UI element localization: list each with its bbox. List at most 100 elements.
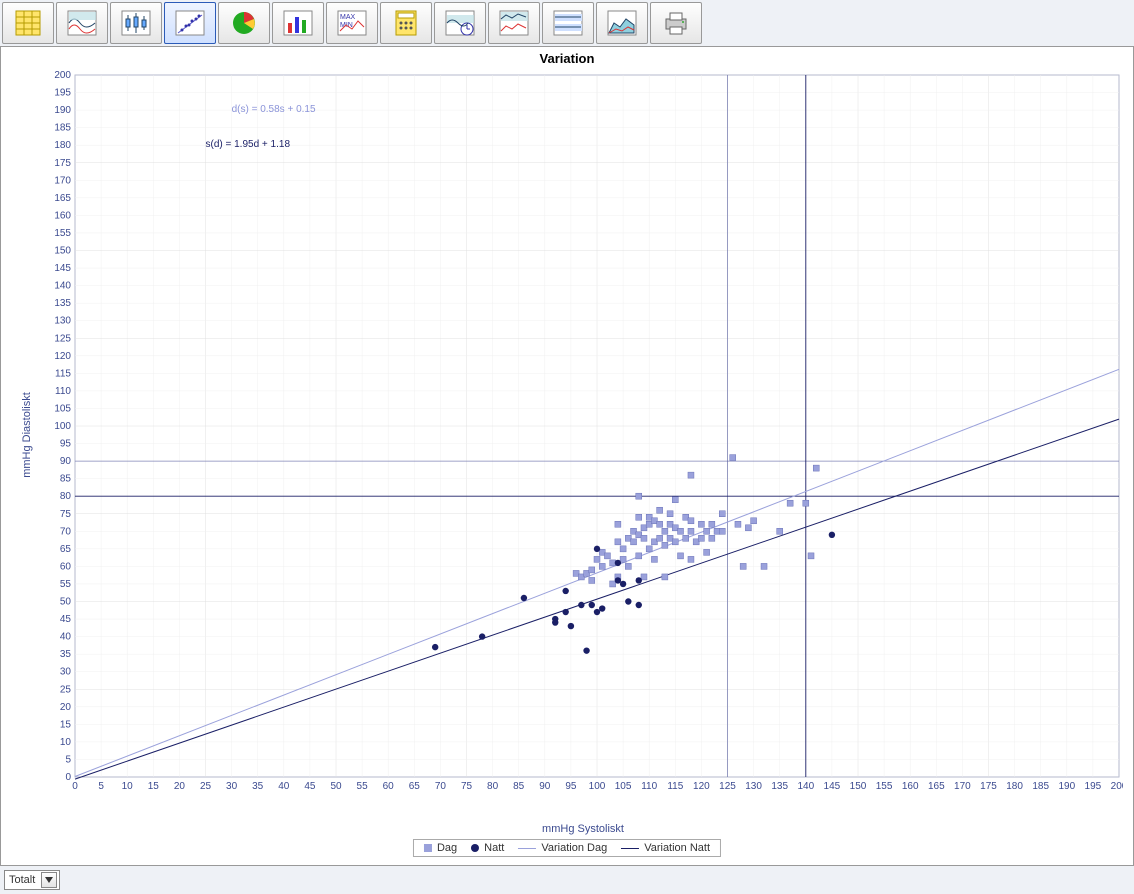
toolbar-pie[interactable] xyxy=(218,2,270,44)
svg-text:65: 65 xyxy=(409,781,421,792)
toolbar-area[interactable] xyxy=(596,2,648,44)
svg-text:150: 150 xyxy=(850,781,867,792)
svg-text:55: 55 xyxy=(60,579,72,590)
svg-text:55: 55 xyxy=(357,781,369,792)
svg-text:60: 60 xyxy=(383,781,395,792)
svg-text:185: 185 xyxy=(54,123,71,134)
svg-text:165: 165 xyxy=(928,781,945,792)
spreadsheet-icon xyxy=(12,9,44,37)
svg-text:200: 200 xyxy=(1111,781,1123,792)
box-plot-icon xyxy=(120,9,152,37)
area-icon xyxy=(606,9,638,37)
svg-text:150: 150 xyxy=(54,246,71,257)
regression-formula-natt: s(d) = 1.95d + 1.18 xyxy=(206,139,291,150)
svg-text:80: 80 xyxy=(60,491,72,502)
svg-text:95: 95 xyxy=(565,781,577,792)
legend-item-variation-dag: Variation Dag xyxy=(518,842,607,854)
toolbar-multi-line[interactable] xyxy=(488,2,540,44)
chevron-down-icon xyxy=(41,872,57,888)
toolbar-printer[interactable] xyxy=(650,2,702,44)
svg-text:130: 130 xyxy=(54,316,71,327)
svg-text:195: 195 xyxy=(1085,781,1102,792)
legend: Dag Natt Variation Dag Variation Natt xyxy=(413,839,721,857)
svg-text:35: 35 xyxy=(60,649,72,660)
svg-text:115: 115 xyxy=(667,781,683,792)
clock-icon xyxy=(444,9,476,37)
svg-text:145: 145 xyxy=(54,263,71,274)
multi-line-icon xyxy=(498,9,530,37)
legend-label: Variation Dag xyxy=(541,842,607,854)
svg-text:170: 170 xyxy=(54,175,71,186)
svg-text:90: 90 xyxy=(539,781,551,792)
toolbar-spreadsheet[interactable] xyxy=(2,2,54,44)
toolbar: MAXMIN xyxy=(0,0,1134,46)
chart-panel: Variation mmHg Diastoliskt mmHg Systolis… xyxy=(0,46,1134,866)
svg-text:80: 80 xyxy=(487,781,499,792)
y-axis-label: mmHg Diastoliskt xyxy=(21,392,33,478)
svg-text:30: 30 xyxy=(226,781,238,792)
svg-text:190: 190 xyxy=(1058,781,1075,792)
bands-icon xyxy=(552,9,584,37)
svg-text:160: 160 xyxy=(54,210,71,221)
svg-text:65: 65 xyxy=(60,544,72,555)
svg-text:20: 20 xyxy=(60,702,72,713)
svg-text:165: 165 xyxy=(54,193,71,204)
toolbar-bars[interactable] xyxy=(272,2,324,44)
toolbar-waves[interactable] xyxy=(56,2,108,44)
chart-title: Variation xyxy=(1,47,1133,66)
svg-text:120: 120 xyxy=(693,781,710,792)
toolbar-calculator[interactable] xyxy=(380,2,432,44)
svg-text:MAX: MAX xyxy=(340,14,356,21)
svg-text:95: 95 xyxy=(60,439,72,450)
scatter-plot: mmHg Diastoliskt mmHg Systoliskt d(s) = … xyxy=(43,71,1123,799)
svg-text:0: 0 xyxy=(72,781,78,792)
svg-text:180: 180 xyxy=(54,140,71,151)
svg-text:180: 180 xyxy=(1006,781,1023,792)
pie-icon xyxy=(228,9,260,37)
svg-text:45: 45 xyxy=(304,781,316,792)
toolbar-box-plot[interactable] xyxy=(110,2,162,44)
toolbar-clock[interactable] xyxy=(434,2,486,44)
legend-label: Natt xyxy=(484,842,504,854)
svg-text:40: 40 xyxy=(60,632,72,643)
svg-text:0: 0 xyxy=(65,772,71,783)
svg-text:105: 105 xyxy=(54,403,71,414)
svg-text:135: 135 xyxy=(54,298,71,309)
svg-text:155: 155 xyxy=(54,228,71,239)
svg-text:90: 90 xyxy=(60,456,72,467)
svg-text:185: 185 xyxy=(1032,781,1049,792)
svg-text:105: 105 xyxy=(615,781,632,792)
toolbar-scatter[interactable] xyxy=(164,2,216,44)
legend-label: Variation Natt xyxy=(644,842,710,854)
calculator-icon xyxy=(390,9,422,37)
svg-text:190: 190 xyxy=(54,105,71,116)
svg-text:30: 30 xyxy=(60,667,72,678)
svg-text:140: 140 xyxy=(54,281,71,292)
svg-text:145: 145 xyxy=(824,781,841,792)
svg-text:70: 70 xyxy=(60,526,72,537)
scatter-icon xyxy=(174,9,206,37)
svg-text:75: 75 xyxy=(60,509,72,520)
svg-text:100: 100 xyxy=(589,781,606,792)
svg-text:25: 25 xyxy=(200,781,212,792)
max-min-icon: MAXMIN xyxy=(336,9,368,37)
svg-text:100: 100 xyxy=(54,421,71,432)
svg-text:130: 130 xyxy=(745,781,762,792)
bars-icon xyxy=(282,9,314,37)
svg-text:175: 175 xyxy=(54,158,71,169)
svg-text:110: 110 xyxy=(641,781,657,792)
legend-item-variation-natt: Variation Natt xyxy=(621,842,710,854)
svg-text:45: 45 xyxy=(60,614,72,625)
bottom-bar: Totalt xyxy=(0,866,1134,894)
legend-item-natt: Natt xyxy=(471,842,504,854)
toolbar-max-min[interactable]: MAXMIN xyxy=(326,2,378,44)
svg-text:10: 10 xyxy=(122,781,134,792)
x-axis-label: mmHg Systoliskt xyxy=(542,823,624,835)
svg-text:35: 35 xyxy=(252,781,264,792)
line-icon xyxy=(518,848,536,849)
toolbar-bands[interactable] xyxy=(542,2,594,44)
svg-text:175: 175 xyxy=(980,781,997,792)
view-selector[interactable]: Totalt xyxy=(4,870,60,890)
svg-text:70: 70 xyxy=(435,781,447,792)
svg-text:120: 120 xyxy=(54,351,71,362)
